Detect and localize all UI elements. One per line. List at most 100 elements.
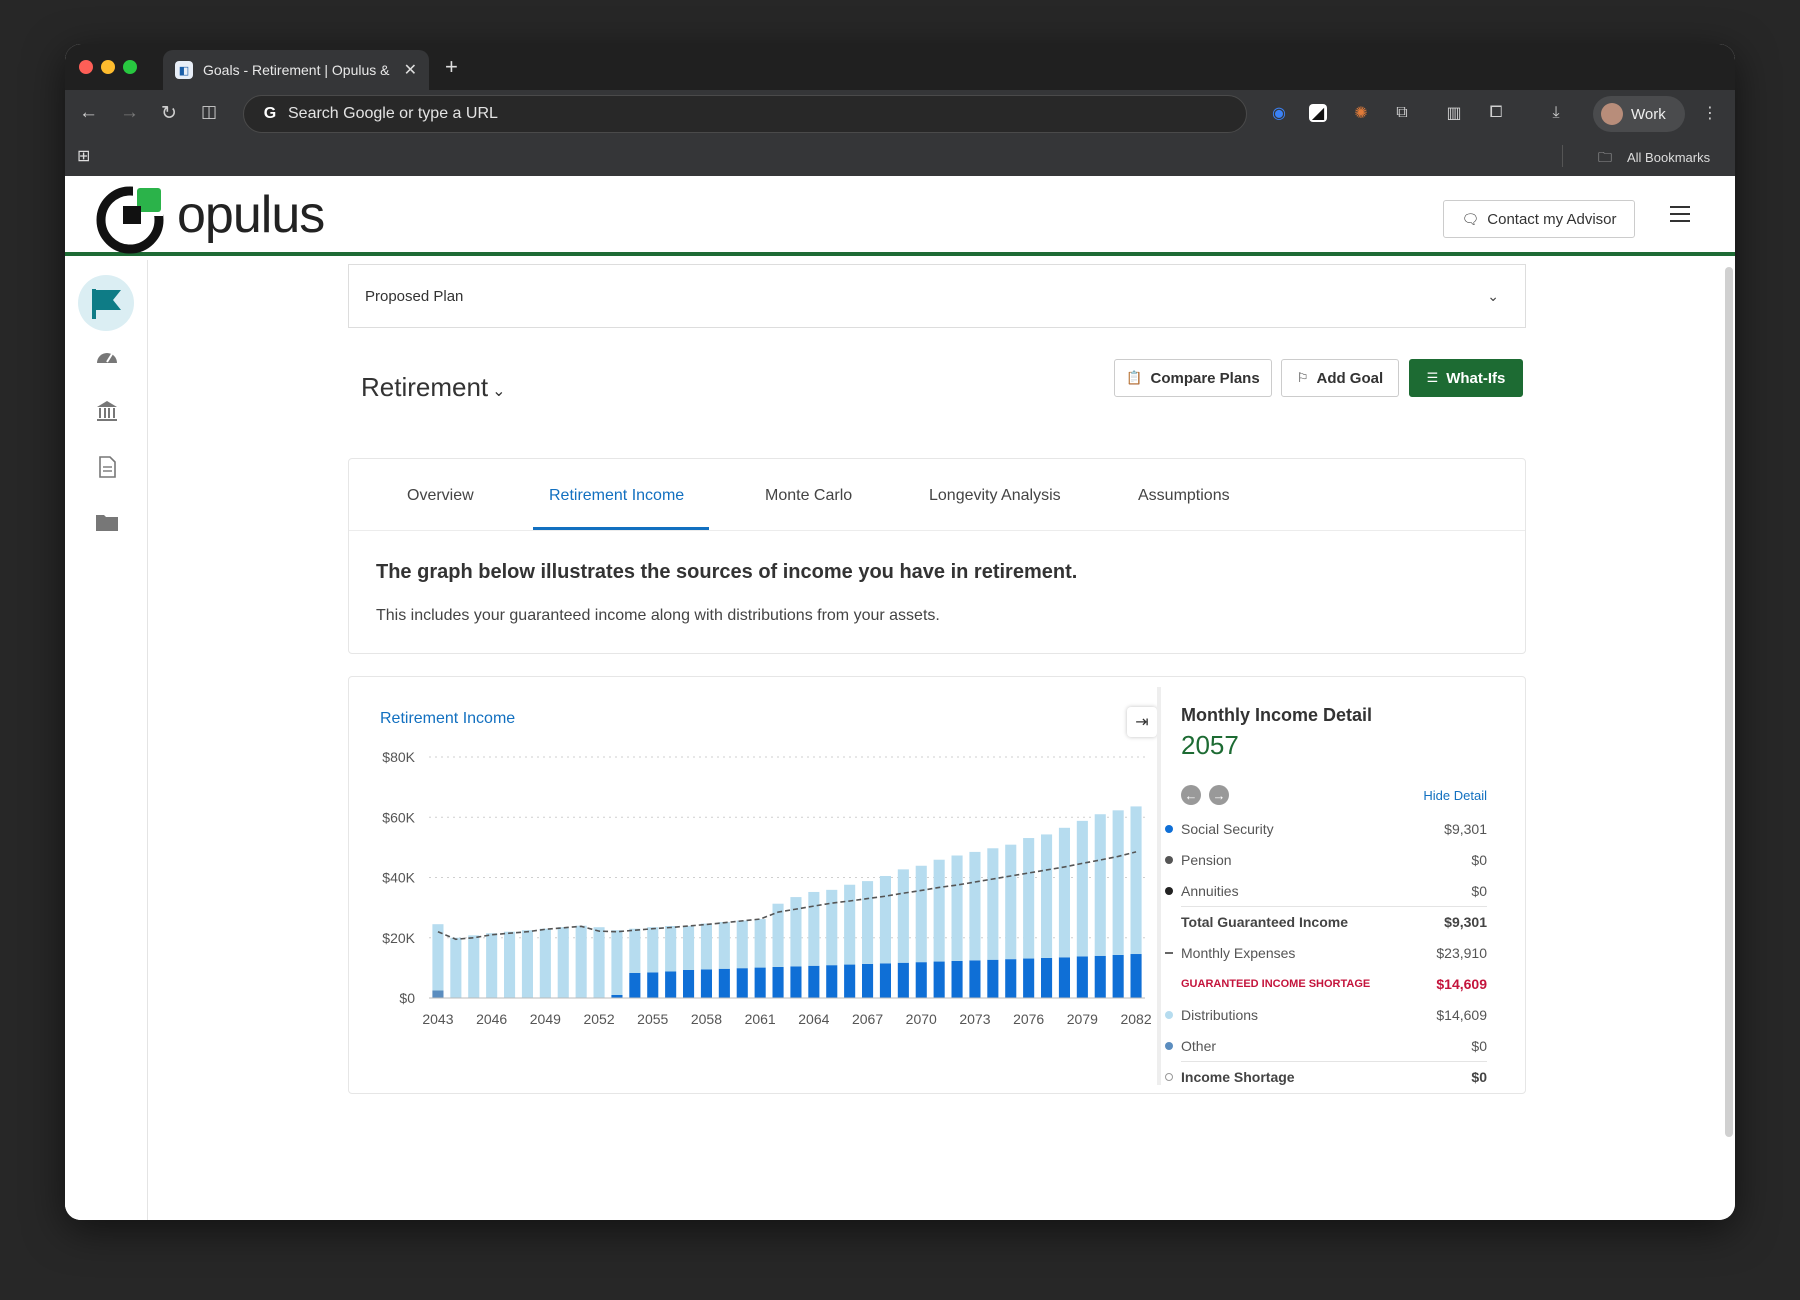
detail-row: Monthly Expenses $23,910 [1165, 937, 1487, 968]
address-bar[interactable]: G Search Google or type a URL [243, 95, 1247, 133]
export-icon[interactable]: ⇥ [1127, 707, 1157, 737]
bar-segment [1023, 958, 1035, 998]
x-tick-label: 2070 [906, 1011, 937, 1027]
bar-segment [665, 971, 677, 998]
y-tick-label: $20K [382, 930, 415, 946]
bar-segment [1130, 806, 1142, 955]
dot-marker-icon [1165, 1010, 1173, 1019]
close-tab-icon[interactable]: ✕ [404, 60, 417, 80]
bar-segment [951, 855, 963, 961]
tab-overview[interactable]: Overview [407, 487, 474, 505]
x-tick-label: 2067 [852, 1011, 883, 1027]
bar-segment [808, 965, 820, 998]
x-tick-label: 2055 [637, 1011, 668, 1027]
back-icon[interactable]: ← [79, 102, 98, 124]
page-scrollbar[interactable] [1725, 267, 1733, 1137]
intro-text: This includes your guaranteed income alo… [376, 607, 940, 624]
flag-outline-icon: ⚐ [1296, 370, 1309, 385]
what-ifs-button[interactable]: ☰ What-Ifs [1409, 359, 1523, 397]
bar-segment [987, 959, 999, 998]
tab-title: Goals - Retirement | Opulus & [203, 62, 390, 78]
bar-segment [897, 869, 909, 963]
bar-segment [718, 968, 730, 998]
add-goal-button[interactable]: ⚐ Add Goal [1281, 359, 1399, 397]
detail-row: Pension $0 [1165, 844, 1487, 875]
tab-search-icon[interactable]: ⧠ [1485, 102, 1507, 124]
sidebar-item-accounts[interactable] [65, 400, 148, 422]
bar-segment [826, 965, 838, 998]
reading-list-icon[interactable]: ▥ [1443, 102, 1465, 124]
arrow-left-icon[interactable]: ← [1181, 785, 1201, 805]
maximize-window-button[interactable] [123, 60, 137, 74]
hamburger-menu-icon[interactable] [1670, 206, 1690, 224]
bar-segment [432, 990, 444, 998]
reading-mode-icon[interactable]: ◫ [201, 102, 217, 122]
app-page: opulus 🗨 Contact my Advisor Proposed Pla… [65, 182, 1735, 1220]
app-header: opulus 🗨 Contact my Advisor [65, 182, 1735, 256]
minimize-window-button[interactable] [101, 60, 115, 74]
sidebar-item-dashboard[interactable] [65, 346, 148, 366]
detail-title: Monthly Income Detail [1181, 705, 1373, 725]
contact-advisor-button[interactable]: 🗨 Contact my Advisor [1443, 200, 1635, 238]
x-tick-label: 2046 [476, 1011, 507, 1027]
bookmarks-folder-icon[interactable]: 🗀 [1598, 147, 1612, 171]
hide-detail-link[interactable]: Hide Detail [1423, 788, 1487, 803]
dashboard-icon [96, 353, 117, 363]
extensions-puzzle-icon[interactable]: ⧉ [1391, 102, 1413, 124]
browser-menu-icon[interactable]: ⋮ [1699, 102, 1721, 124]
detail-row: Distributions $14,609 [1165, 999, 1487, 1030]
sidebar-item-vault[interactable] [65, 512, 148, 532]
browser-tab[interactable]: ◧ Goals - Retirement | Opulus & ✕ [163, 50, 429, 90]
bar-segment [862, 963, 874, 998]
extension-c-icon[interactable]: ◉ [1268, 102, 1290, 124]
forward-icon[interactable]: → [120, 102, 139, 124]
close-window-button[interactable] [79, 60, 93, 74]
bar-segment [1005, 959, 1017, 998]
sidebar [65, 260, 148, 1220]
tab-retirement-income[interactable]: Retirement Income [549, 487, 684, 505]
download-icon[interactable]: ⤓ [1545, 102, 1567, 124]
x-tick-label: 2064 [798, 1011, 829, 1027]
x-tick-label: 2082 [1120, 1011, 1151, 1027]
intro-heading: The graph below illustrates the sources … [376, 561, 1078, 583]
opulus-logo[interactable]: opulus [95, 184, 325, 254]
profile-chip[interactable]: Work [1593, 96, 1685, 132]
ring-marker-icon [1165, 1073, 1173, 1081]
extension-note-icon[interactable]: ◢ [1309, 104, 1327, 122]
arrow-right-icon[interactable]: → [1209, 785, 1229, 805]
all-bookmarks-link[interactable]: All Bookmarks [1627, 150, 1710, 165]
tab-longevity-analysis[interactable]: Longevity Analysis [929, 487, 1061, 505]
compare-plans-button[interactable]: 📋 Compare Plans [1114, 359, 1272, 397]
detail-row-label: Income Shortage [1181, 1069, 1295, 1085]
detail-row: GUARANTEED INCOME SHORTAGE $14,609 [1181, 968, 1487, 999]
bar-segment [1058, 957, 1070, 998]
monthly-income-detail: Monthly Income Detail 2057 ← → Hide Deta… [1165, 705, 1487, 1085]
plan-select-value: Proposed Plan [365, 287, 464, 305]
reload-icon[interactable]: ↻ [161, 102, 177, 125]
bar-segment [879, 963, 891, 998]
dot-marker-icon [1165, 855, 1173, 864]
bar-segment [1005, 844, 1017, 960]
plan-select[interactable]: Proposed Plan ⌄ [348, 264, 1526, 328]
bar-segment [1112, 810, 1124, 955]
bar-segment [736, 968, 748, 998]
detail-row: Other $0 [1165, 1030, 1487, 1061]
sidebar-item-documents[interactable] [65, 456, 148, 478]
new-tab-button[interactable]: + [445, 54, 458, 80]
tab-monte-carlo[interactable]: Monte Carlo [765, 487, 852, 505]
bar-segment [521, 930, 533, 998]
apps-grid-icon[interactable]: ⊞ [77, 146, 90, 166]
clipboard-icon: 📋 [1126, 370, 1143, 385]
detail-row-label: Pension [1181, 851, 1232, 868]
goal-tabs: Overview Retirement Income Monte Carlo L… [349, 459, 1525, 531]
tab-assumptions[interactable]: Assumptions [1138, 487, 1230, 505]
bar-segment [1076, 956, 1088, 998]
sidebar-item-goals[interactable] [78, 275, 134, 331]
detail-row-value: $0 [1471, 882, 1487, 899]
bar-segment [1112, 954, 1124, 998]
detail-row-value: $14,609 [1436, 975, 1487, 992]
goal-title-dropdown[interactable]: Retirement ⌄ [361, 372, 506, 403]
bar-segment [1023, 838, 1035, 959]
extension-star-icon[interactable]: ✺ [1350, 102, 1372, 124]
logo-mark-icon [96, 186, 164, 254]
